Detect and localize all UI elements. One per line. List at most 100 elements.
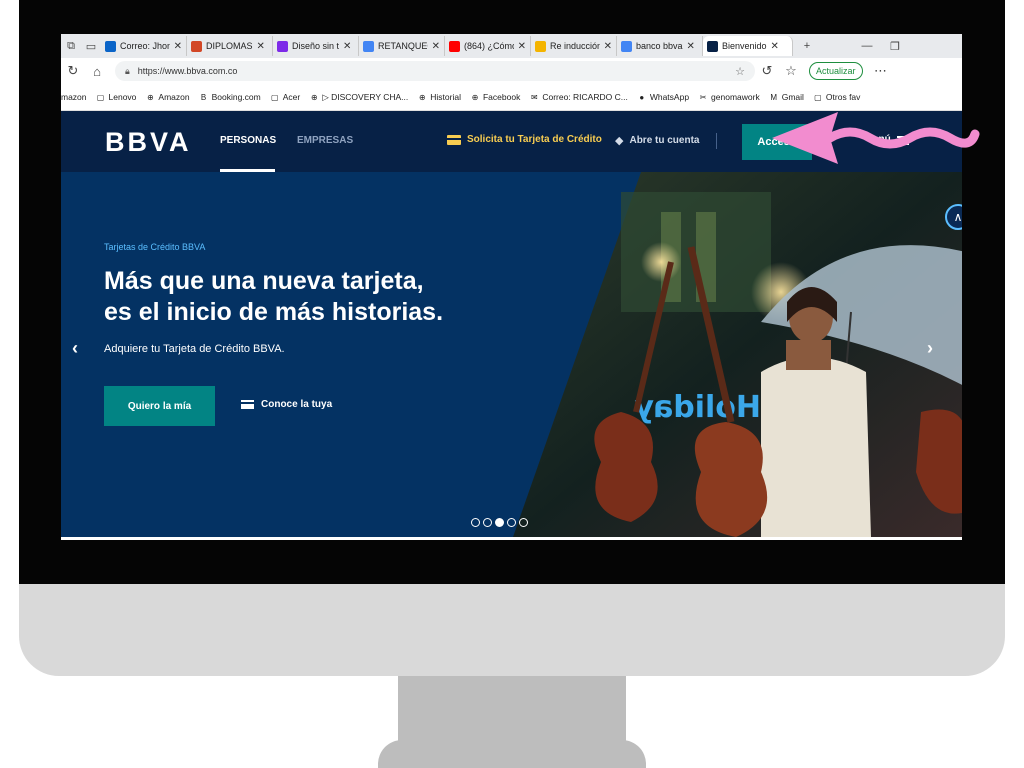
hero-eyebrow: Tarjetas de Crédito BBVA [104,242,206,252]
open-account-link[interactable]: ◆ Abre tu cuenta [615,134,699,147]
browser-tab[interactable]: Diseño sin t ✕ [273,36,359,56]
tab-close-icon[interactable]: ✕ [687,41,695,52]
url-field[interactable]: 🔒︎ https://www.bbva.com.co ☆ [115,61,755,81]
bookmark-item[interactable]: ⊕ Facebook [470,92,521,102]
tab-label: RETANQUEO [378,41,428,51]
update-button[interactable]: Actualizar [809,62,863,80]
bookmark-item[interactable]: ● WhatsApp [637,92,689,102]
bookmark-icon: ● [639,92,645,102]
card-icon [241,400,254,409]
bookmark-item[interactable]: ▢ Otros fav [813,92,860,102]
workspaces-icon[interactable]: ⧉ [61,36,81,56]
piggy-bank-icon: ◆ [615,135,624,147]
bookmark-item[interactable]: ✉ Correo: RICARDO C... [529,92,628,102]
hero-banner: Holiday ∧ Tarjetas de Crédito BBVA Más q… [61,172,962,537]
bookmark-item[interactable]: ▢ Lenovo [96,92,137,102]
credit-card-icon [447,134,461,145]
home-icon[interactable]: ⌂ [85,59,109,83]
nav-empresas[interactable]: EMPRESAS [297,135,353,146]
bookmark-icon: ▢ [96,92,105,102]
browser-tab[interactable]: Bienvenido ✕ [703,36,793,56]
browser-tab[interactable]: DIPLOMAS ✕ [187,36,273,56]
browser-tab[interactable]: Correo: Jhon ✕ [101,36,187,56]
bookmark-label: WhatsApp [649,92,690,102]
bookmark-item[interactable]: B Booking.com [199,92,261,102]
annotation-arrow-icon [772,112,980,164]
carousel-dot[interactable] [483,518,492,527]
cta-know-yours-link[interactable]: Conoce la tuya [241,399,332,410]
bookmark-item[interactable]: ⊕ Amazon [145,92,190,102]
tab-label: (864) ¿Cómo [464,41,514,51]
tab-favicon-icon [191,40,202,52]
tab-favicon-icon [277,40,288,52]
tab-label: Diseño sin t [292,41,340,51]
url-text: https://www.bbva.com.co [137,66,238,76]
bookmark-item[interactable]: ✂ genomawork [698,92,760,102]
tab-close-icon[interactable]: ✕ [771,41,779,52]
carousel-prev-icon[interactable]: ‹ [72,338,78,359]
monitor-stand-base [378,740,646,768]
bookmark-icon: ⊕ [418,92,426,102]
refresh-extension-icon[interactable]: ↺ [755,59,779,83]
tab-label: DIPLOMAS [206,41,253,51]
tab-favicon-icon [363,40,374,52]
browser-tab[interactable]: banco bbva ✕ [617,36,703,56]
carousel-dot[interactable] [471,518,480,527]
open-account-label: Abre tu cuenta [629,135,700,146]
bookmark-label: Otros fav [825,92,861,102]
bookmark-item[interactable]: ⊕ Historial [417,92,461,102]
bookmark-label: Acer [282,92,301,102]
bookmark-icon: M [770,92,778,102]
hero-subline: Adquiere tu Tarjeta de Crédito BBVA. [104,343,285,355]
tab-close-icon[interactable]: ✕ [174,41,182,52]
bookmark-item[interactable]: mazon [61,92,87,102]
bookmark-item[interactable]: ⊕ ▷ DISCOVERY CHA... [309,92,408,103]
header-divider [716,133,717,149]
bookmark-icon: ⊕ [147,92,154,102]
carousel-dot[interactable] [519,518,528,527]
favorite-star-icon[interactable]: ☆ [735,65,745,78]
minimize-icon[interactable]: — [857,36,877,56]
monitor-stand-neck [398,676,626,748]
tab-close-icon[interactable]: ✕ [257,41,265,52]
favorites-icon[interactable]: ☆ [779,59,803,83]
hero-headline-line2: es el inicio de más historias. [104,298,444,326]
promo-label: Solicita tu Tarjeta de Crédito [467,134,602,145]
new-tab-button[interactable]: + [797,36,817,56]
tab-close-icon[interactable]: ✕ [518,41,526,52]
bookmark-label: Booking.com [211,92,261,102]
bookmark-label: Facebook [482,92,521,102]
bookmark-label: mazon [61,92,87,102]
svg-text:Holiday: Holiday [634,390,761,425]
carousel-dots [471,518,528,527]
bookmark-item[interactable]: M Gmail [769,92,804,102]
hero-headline-line1: Más que una nueva tarjeta, [104,267,424,295]
carousel-dot[interactable] [507,518,516,527]
nav-personas[interactable]: PERSONAS [220,135,276,146]
restore-icon[interactable]: ❐ [885,36,905,56]
carousel-dot[interactable] [495,518,504,527]
cta-know-yours-label: Conoce la tuya [261,399,333,410]
bookmark-label: Lenovo [108,92,137,102]
tab-label: Re inducción [550,41,600,51]
bookmarks-bar: mazon ▢ Lenovo ⊕ Amazon B Booking.com ▢ Acer ⊕ ▷ D… [61,84,962,111]
carousel-next-icon[interactable]: › [927,338,933,359]
browser-tab[interactable]: RETANQUEO ✕ [359,36,445,56]
browser-tab[interactable]: (864) ¿Cómo ✕ [445,36,531,56]
tab-favicon-icon [449,40,460,52]
tab-actions-icon[interactable]: ▭ [81,36,101,56]
bookmark-icon: ▢ [814,92,822,102]
browser-tab-bar: ⧉ ▭ Correo: Jhon ✕ DIPLOMAS ✕ Diseño sin t ✕ R… [61,34,962,58]
lock-icon: 🔒︎ [125,65,130,76]
bbva-logo[interactable]: BBVA [105,127,192,158]
bookmark-label: Correo: RICARDO C... [542,92,628,102]
tab-close-icon[interactable]: ✕ [343,41,351,52]
bookmark-item[interactable]: ▢ Acer [270,92,300,102]
tab-close-icon[interactable]: ✕ [432,41,440,52]
more-options-icon[interactable]: ⋯ [869,59,893,83]
reload-icon[interactable]: ↻ [61,59,85,83]
cta-want-it-button[interactable]: Quiero la mía [104,386,215,426]
credit-card-promo-link[interactable]: Solicita tu Tarjeta de Crédito [447,134,602,145]
browser-tab[interactable]: Re inducción ✕ [531,36,617,56]
tab-close-icon[interactable]: ✕ [604,41,612,52]
